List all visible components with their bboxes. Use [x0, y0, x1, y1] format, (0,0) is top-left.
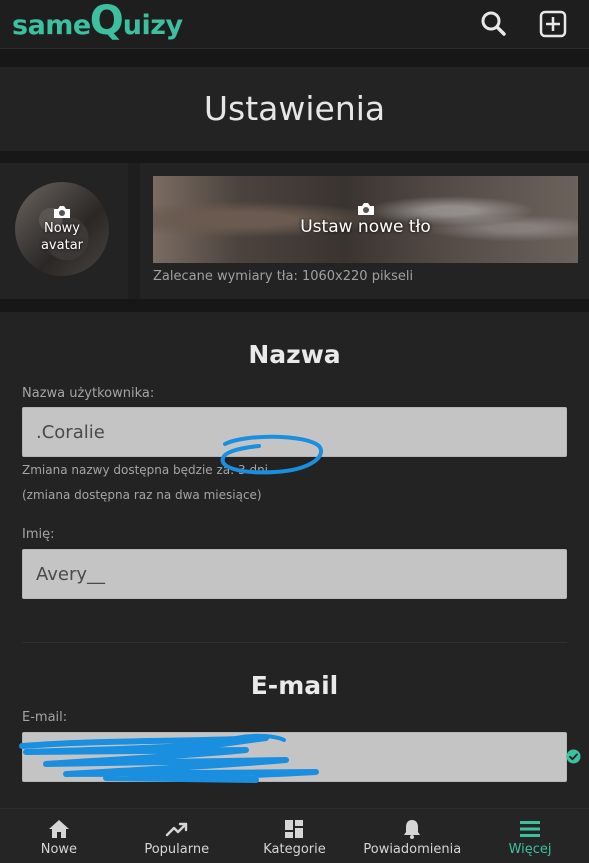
avatar-label-line1: Nowy [43, 220, 80, 236]
email-label: E-mail: [22, 710, 68, 725]
nav-item-kategorie[interactable]: Kategorie [236, 809, 354, 863]
avatar-overlay: Nowy avatar [15, 182, 109, 276]
nav-item-nowe[interactable]: Nowe [0, 809, 118, 863]
email-section-title: E-mail [250, 671, 339, 700]
top-bar: same Q uizy [0, 0, 589, 49]
plus-square-icon [539, 10, 567, 38]
background-panel: Ustaw nowe tło Zalecane wymiary tła: 106… [140, 163, 589, 299]
nav-item-wiecej[interactable]: Więcej [471, 809, 589, 863]
first-name-input[interactable] [22, 549, 567, 599]
nav-label-powiadomienia: Powiadomienia [363, 842, 462, 857]
add-quiz-button[interactable] [537, 8, 569, 40]
avatar-upload[interactable]: Nowy avatar [15, 182, 109, 276]
background-overlay: Ustaw nowe tło [153, 176, 578, 263]
nav-label-popularne: Popularne [144, 842, 210, 857]
trending-icon [165, 822, 187, 837]
background-label: Ustaw nowe tło [300, 217, 431, 237]
samequizy-logo[interactable]: same Q uizy [12, 0, 183, 46]
spacer [0, 299, 589, 312]
nav-item-popularne[interactable]: Popularne [118, 809, 236, 863]
background-upload[interactable]: Ustaw nowe tło [153, 176, 578, 263]
email-input[interactable] [22, 732, 567, 782]
page-title: Ustawienia [203, 89, 386, 128]
menu-icon [520, 821, 541, 837]
nav-label-nowe: Nowe [40, 842, 78, 857]
username-label: Nazwa użytkownika: [22, 386, 155, 401]
logo-part-q: Q [89, 0, 124, 44]
rename-note: (zmiana dostępna raz na dwa miesiące) [22, 488, 262, 502]
bottom-nav: Nowe Popularne Kategorie Powiadomienia W… [0, 808, 589, 863]
name-section-title: Nazwa [248, 340, 341, 369]
nav-label-kategorie: Kategorie [263, 842, 326, 857]
logo-part-uizy: uizy [122, 10, 183, 41]
spacer [0, 49, 589, 67]
avatar-panel: Nowy avatar [0, 163, 128, 299]
home-icon [48, 820, 69, 838]
settings-form: Nazwa Nazwa użytkownika: Zmiana nazwy do… [0, 312, 589, 812]
section-divider [22, 642, 567, 643]
search-button[interactable] [478, 8, 510, 40]
rename-info: Zmiana nazwy dostępna będzie za: 3 dni [22, 463, 269, 477]
camera-icon [357, 203, 374, 215]
bell-icon [404, 820, 421, 839]
logo-part-same: same [12, 10, 91, 41]
check-circle-icon [566, 749, 581, 764]
title-panel: Ustawienia [0, 67, 589, 151]
spacer [0, 151, 589, 163]
username-input[interactable] [22, 407, 567, 457]
grid-icon [285, 820, 304, 838]
nav-label-wiecej: Więcej [508, 842, 552, 857]
nav-item-powiadomienia[interactable]: Powiadomienia [353, 809, 471, 863]
camera-icon [54, 205, 70, 218]
search-icon [481, 11, 506, 36]
avatar-label-line2: avatar [40, 237, 84, 253]
first-name-label: Imię: [22, 527, 55, 542]
background-size-hint: Zalecane wymiary tła: 1060x220 pikseli [153, 269, 414, 284]
